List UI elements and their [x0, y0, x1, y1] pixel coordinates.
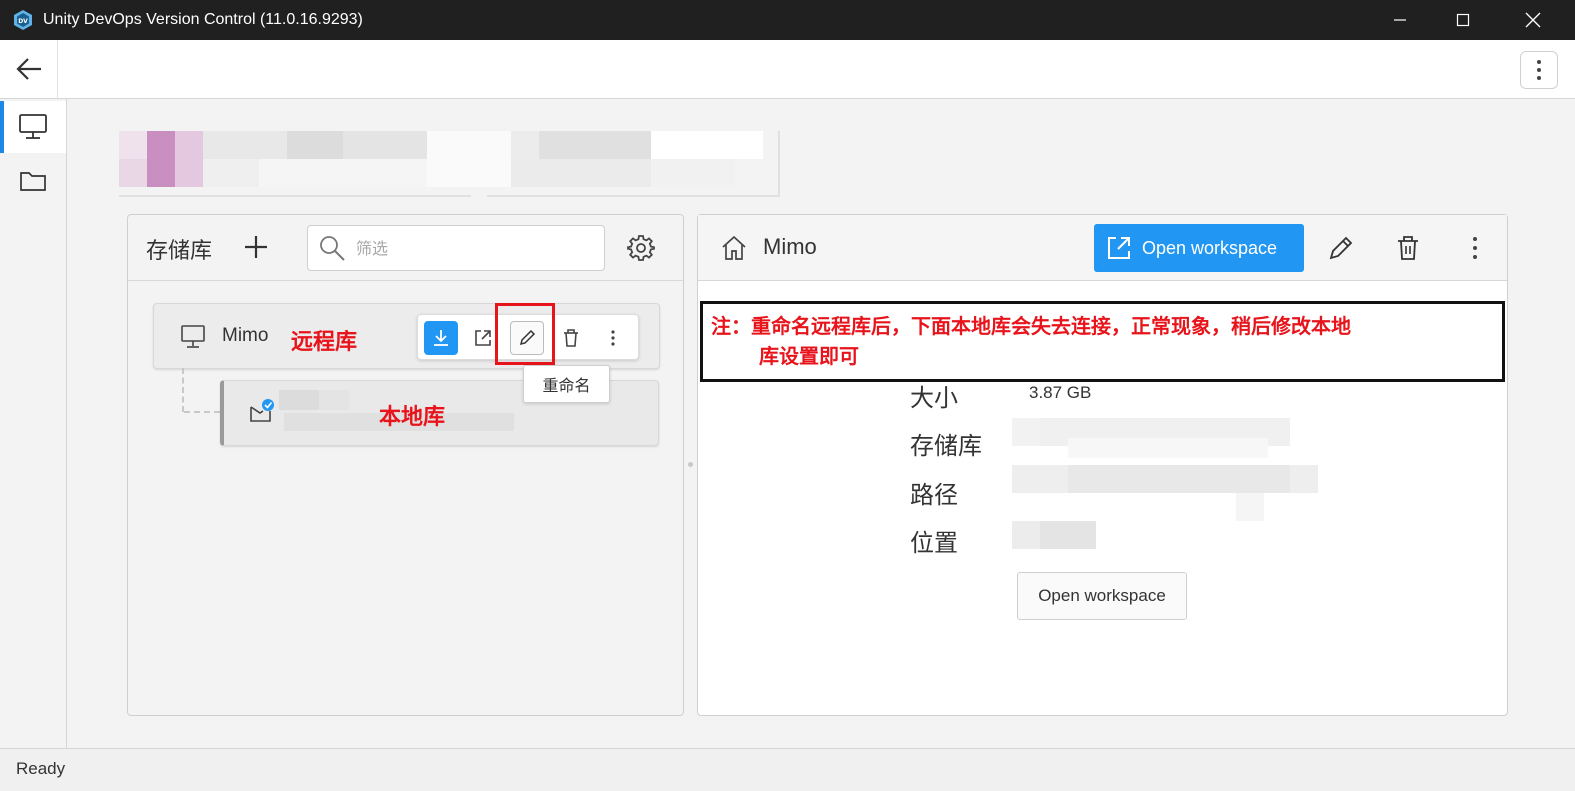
monitor-icon [181, 325, 205, 348]
delete-repository-button[interactable] [1389, 229, 1427, 267]
download-icon [434, 330, 448, 346]
details-more-button[interactable] [1456, 229, 1494, 267]
window-title: Unity DevOps Version Control (11.0.16.92… [43, 11, 363, 28]
rail-item-repositories[interactable] [0, 101, 66, 153]
trash-icon [564, 329, 578, 347]
note-line-2: 库设置即可 [759, 344, 859, 368]
pencil-icon [1329, 236, 1353, 260]
status-bar: Ready [0, 748, 1575, 791]
top-toolbar [0, 40, 1575, 99]
redacted-value [1068, 438, 1268, 458]
open-workspace-button-primary[interactable]: Open workspace [1094, 224, 1304, 272]
back-button[interactable] [0, 40, 58, 98]
redacted-value [1040, 521, 1096, 549]
repository-item[interactable]: Mimo 远程库 [153, 303, 660, 369]
external-link-icon [1108, 237, 1130, 259]
monitor-icon [19, 114, 47, 139]
rail-item-workspaces[interactable] [0, 155, 66, 207]
detail-label-size: 大小 [910, 384, 958, 412]
arrow-left-icon [15, 58, 41, 80]
rename-highlight-box [495, 303, 555, 365]
nav-rail [0, 99, 67, 749]
detail-value-size: 3.87 GB [1029, 383, 1092, 402]
svg-text:DV: DV [18, 18, 28, 25]
kebab-icon [1473, 237, 1477, 259]
minimize-button[interactable] [1370, 0, 1430, 40]
repository-name: Mimo [222, 325, 269, 346]
home-icon [722, 235, 746, 260]
more-options-button[interactable] [1520, 51, 1558, 89]
repositories-panel: 存储库 Mimo 远程库 [127, 214, 684, 716]
tree-connector [182, 368, 184, 412]
open-workspace-button-secondary[interactable]: Open workspace [1017, 572, 1187, 620]
annotation-note: 注：重命名远程库后，下面本地库会失去连接，正常现象，稍后修改本地 库设置即可 [700, 301, 1505, 382]
maximize-button[interactable] [1433, 0, 1493, 40]
redacted-value [1068, 465, 1290, 493]
detail-label-location: 位置 [910, 529, 958, 557]
minimize-icon [1394, 19, 1406, 21]
note-line-1: 注：重命名远程库后，下面本地库会失去连接，正常现象，稍后修改本地 [711, 314, 1351, 338]
title-bar: DV Unity DevOps Version Control (11.0.16… [0, 0, 1575, 40]
repositories-panel-header: 存储库 [128, 215, 683, 281]
trash-icon [1398, 236, 1418, 260]
open-workspace-label: Open workspace [1142, 237, 1278, 258]
filter-box [307, 225, 605, 271]
remote-repo-annotation: 远程库 [291, 330, 358, 355]
panel-splitter[interactable] [688, 462, 693, 467]
more-actions-button[interactable] [596, 321, 630, 355]
add-repository-button[interactable] [238, 229, 274, 265]
folder-icon [20, 172, 46, 191]
tree-connector-horizontal [184, 411, 220, 413]
status-text: Ready [16, 759, 66, 778]
edit-button[interactable] [1322, 229, 1360, 267]
gear-icon [627, 235, 655, 261]
details-panel-header: Mimo Open workspace [698, 215, 1507, 281]
redacted-value [1236, 493, 1264, 521]
details-title: Mimo [763, 234, 817, 259]
workspace-linked-icon [250, 399, 274, 422]
kebab-icon [1537, 60, 1541, 80]
detail-label-path: 路径 [910, 481, 958, 509]
detail-label-repository: 存储库 [910, 432, 982, 460]
blurred-header [119, 131, 781, 197]
rename-tooltip: 重命名 [523, 365, 610, 403]
plus-icon [245, 236, 267, 258]
repositories-heading: 存储库 [146, 239, 213, 264]
local-repo-annotation: 本地库 [379, 405, 446, 430]
external-link-icon [475, 330, 491, 346]
maximize-icon [1456, 13, 1470, 27]
kebab-icon [611, 330, 615, 346]
repository-settings-button[interactable] [622, 229, 660, 267]
rail-active-indicator [0, 101, 4, 153]
filter-input[interactable] [356, 234, 586, 262]
search-icon [320, 236, 345, 261]
delete-button[interactable] [554, 321, 588, 355]
close-window-button[interactable] [1503, 0, 1563, 40]
download-button[interactable] [424, 321, 458, 355]
close-icon [1525, 12, 1541, 28]
app-logo-icon: DV [14, 10, 32, 30]
